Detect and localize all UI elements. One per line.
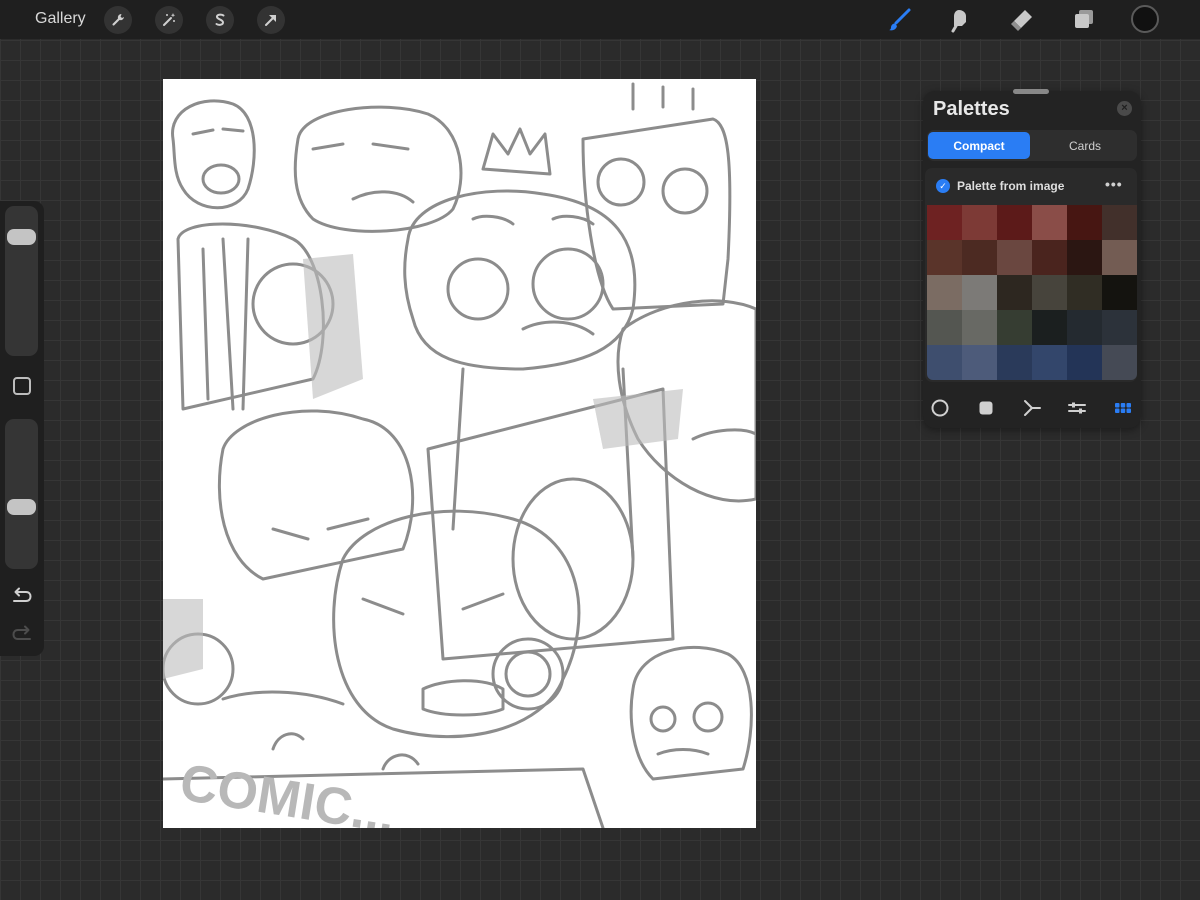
color-swatch[interactable] bbox=[1067, 240, 1102, 275]
color-swatch[interactable] bbox=[1067, 345, 1102, 380]
transform-arrow-icon bbox=[265, 15, 276, 26]
eraser-button[interactable] bbox=[1007, 5, 1037, 35]
palettes-panel: Palettes × Compact Cards ✓ Palette from … bbox=[923, 89, 1141, 428]
disc-icon bbox=[931, 399, 949, 417]
wrench-icon bbox=[112, 14, 124, 26]
color-swatch[interactable] bbox=[1102, 345, 1137, 380]
color-swatch[interactable] bbox=[997, 205, 1032, 240]
color-swatch[interactable] bbox=[927, 205, 962, 240]
sketch-comic-text: COMIC... bbox=[176, 754, 399, 828]
actions-button[interactable] bbox=[104, 6, 132, 34]
color-swatch[interactable] bbox=[1102, 310, 1137, 345]
layers-icon bbox=[1075, 10, 1093, 28]
palette-card: ✓ Palette from image ••• bbox=[925, 168, 1137, 382]
magic-wand-icon bbox=[163, 13, 176, 26]
color-swatch[interactable] bbox=[962, 345, 997, 380]
color-swatch[interactable] bbox=[1032, 345, 1067, 380]
brush-size-slider[interactable] bbox=[5, 206, 38, 356]
adjustments-button[interactable] bbox=[155, 6, 183, 34]
tab-cards[interactable]: Cards bbox=[1034, 132, 1136, 159]
classic-square-icon bbox=[979, 401, 993, 415]
color-swatch[interactable] bbox=[962, 275, 997, 310]
undo-icon bbox=[13, 587, 32, 602]
tab-compact[interactable]: Compact bbox=[928, 132, 1030, 159]
color-swatch[interactable] bbox=[1032, 205, 1067, 240]
color-mode-bar bbox=[923, 391, 1141, 425]
palette-name[interactable]: Palette from image bbox=[957, 179, 1064, 193]
top-toolbar: Gallery bbox=[0, 0, 1200, 39]
color-swatch[interactable] bbox=[962, 240, 997, 275]
eraser-icon bbox=[1011, 10, 1032, 31]
palettes-grid-icon bbox=[1115, 403, 1131, 413]
close-button[interactable]: × bbox=[1117, 101, 1132, 116]
color-swatch[interactable] bbox=[1102, 240, 1137, 275]
smudge-button[interactable] bbox=[945, 5, 975, 35]
color-swatch[interactable] bbox=[927, 345, 962, 380]
more-options-icon[interactable]: ••• bbox=[1105, 176, 1123, 192]
brush-button[interactable] bbox=[885, 5, 915, 35]
opacity-slider[interactable] bbox=[5, 419, 38, 569]
color-swatch[interactable] bbox=[962, 310, 997, 345]
color-swatch[interactable] bbox=[1032, 275, 1067, 310]
palettes-mode-button[interactable] bbox=[1112, 397, 1134, 419]
color-swatch[interactable] bbox=[1032, 310, 1067, 345]
color-swatch[interactable] bbox=[927, 240, 962, 275]
panel-grabber[interactable] bbox=[1013, 89, 1049, 94]
close-icon: × bbox=[1121, 102, 1128, 114]
brush-icon bbox=[889, 8, 911, 31]
drawing-canvas[interactable]: COMIC... bbox=[163, 79, 756, 828]
color-swatch[interactable] bbox=[1032, 240, 1067, 275]
color-swatch[interactable] bbox=[997, 345, 1032, 380]
left-sidebar bbox=[0, 201, 44, 656]
brush-size-thumb[interactable] bbox=[7, 228, 36, 245]
value-mode-button[interactable] bbox=[1066, 397, 1088, 419]
redo-button[interactable] bbox=[11, 625, 33, 643]
default-checkmark-icon[interactable]: ✓ bbox=[936, 179, 950, 193]
gallery-button[interactable]: Gallery bbox=[35, 10, 86, 28]
color-swatch[interactable] bbox=[1102, 275, 1137, 310]
color-swatch[interactable] bbox=[1067, 205, 1102, 240]
panel-title: Palettes bbox=[933, 98, 1010, 120]
color-swatch[interactable] bbox=[1102, 205, 1137, 240]
view-mode-segmented-control: Compact Cards bbox=[927, 130, 1137, 161]
color-swatch[interactable] bbox=[927, 310, 962, 345]
harmony-mode-button[interactable] bbox=[1021, 397, 1043, 419]
undo-button[interactable] bbox=[11, 587, 33, 605]
smudge-icon bbox=[951, 10, 966, 33]
color-swatch[interactable] bbox=[997, 275, 1032, 310]
color-swatch[interactable] bbox=[962, 205, 997, 240]
layers-button[interactable] bbox=[1069, 5, 1099, 35]
value-sliders-icon bbox=[1068, 402, 1086, 414]
color-button[interactable] bbox=[1131, 5, 1159, 33]
redo-icon bbox=[12, 625, 31, 640]
disc-mode-button[interactable] bbox=[929, 397, 951, 419]
selection-button[interactable] bbox=[206, 6, 234, 34]
color-swatch[interactable] bbox=[997, 240, 1032, 275]
sketch-artwork: COMIC... bbox=[163, 82, 756, 828]
modify-button[interactable] bbox=[13, 377, 31, 395]
selection-s-icon bbox=[215, 13, 225, 26]
transform-button[interactable] bbox=[257, 6, 285, 34]
color-swatch[interactable] bbox=[1067, 275, 1102, 310]
color-swatch[interactable] bbox=[927, 275, 962, 310]
color-swatch[interactable] bbox=[1067, 310, 1102, 345]
opacity-thumb[interactable] bbox=[7, 498, 36, 515]
classic-mode-button[interactable] bbox=[975, 397, 997, 419]
color-swatch[interactable] bbox=[997, 310, 1032, 345]
swatch-grid bbox=[927, 205, 1137, 380]
harmony-icon bbox=[1024, 400, 1041, 416]
